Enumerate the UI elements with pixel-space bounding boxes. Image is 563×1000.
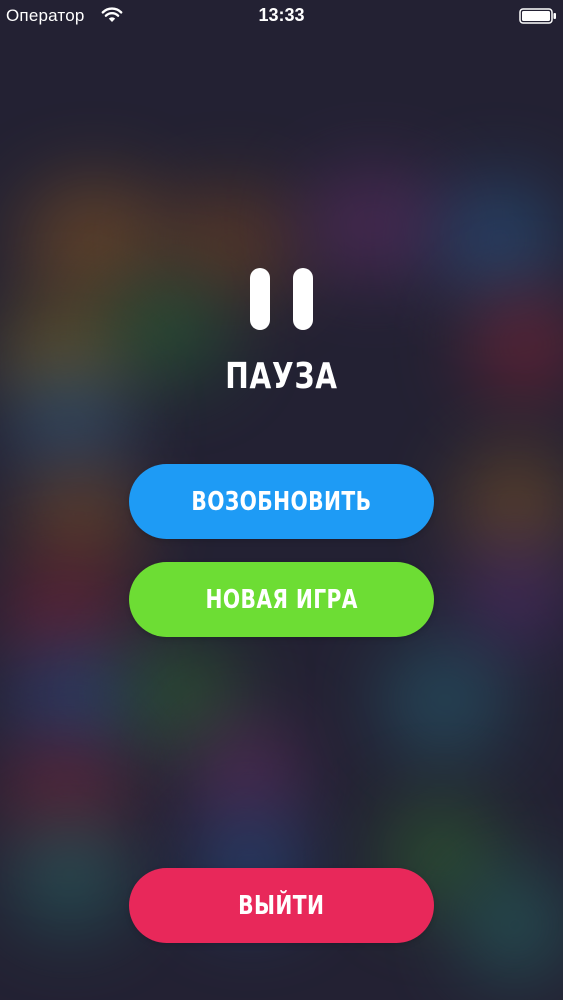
pause-icon — [250, 268, 314, 330]
pause-title: ПАУЗА — [225, 356, 338, 397]
exit-button[interactable]: ВЫЙТИ — [129, 868, 434, 943]
pause-bar-left — [250, 268, 270, 330]
status-bar: Оператор 13:33 — [0, 0, 563, 32]
pause-bar-right — [293, 268, 313, 330]
status-time: 13:33 — [258, 5, 305, 25]
exit-button-label: ВЫЙТИ — [238, 890, 325, 921]
battery-icon — [519, 8, 556, 24]
new-game-button-label: НОВАЯ ИГРА — [205, 584, 358, 615]
resume-button[interactable]: ВОЗОБНОВИТЬ — [129, 464, 434, 539]
resume-button-label: ВОЗОБНОВИТЬ — [191, 486, 372, 517]
new-game-button[interactable]: НОВАЯ ИГРА — [129, 562, 434, 637]
